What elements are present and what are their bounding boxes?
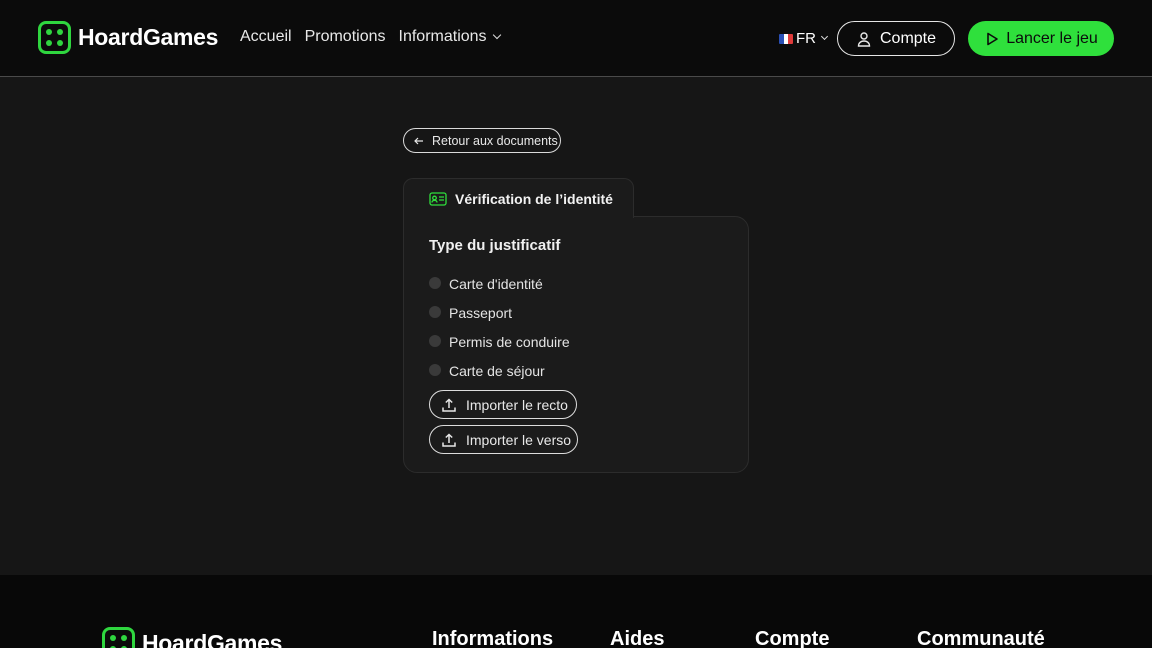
tab-label: Vérification de l’identité [455,190,613,207]
tab-identity-verification[interactable]: Vérification de l’identité [403,178,634,218]
back-to-documents-button[interactable]: Retour aux documents [403,128,561,153]
id-card-icon [429,191,447,206]
nav-item-promotions[interactable]: Promotions [305,28,386,46]
option-passport[interactable]: Passeport [429,298,570,327]
upload-icon [442,397,456,412]
footer-heading-aides: Aides [610,628,665,648]
brand-logo[interactable]: HoardGames [38,21,218,54]
site-footer: HoardGames Informations Aides Compte Com… [0,575,1152,648]
arrow-left-icon [414,137,423,144]
language-selector[interactable]: FR [779,30,829,47]
option-residence-permit[interactable]: Carte de séjour [429,356,570,385]
france-flag-icon [779,33,793,44]
footer-brand-logo[interactable]: HoardGames [102,627,282,648]
upload-back-label: Importer le verso [466,431,572,448]
play-button-label: Lancer le jeu [1006,29,1098,47]
footer-brand-name: HoardGames [142,630,283,648]
radio-button[interactable] [429,276,441,289]
footer-heading-informations: Informations [432,628,554,648]
option-driving-licence[interactable]: Permis de conduire [429,327,570,356]
account-button[interactable]: Compte [837,21,955,56]
footer-heading-compte: Compte [755,628,830,648]
footer-heading-communaute: Communauté [917,628,1045,648]
doc-type-options: Carte d'identité Passeport Permis de con… [429,269,570,385]
play-icon [987,32,998,45]
radio-button[interactable] [429,334,441,347]
site-header: HoardGames Accueil Promotions Informatio… [0,0,1152,77]
user-icon [857,31,871,47]
language-code: FR [796,30,816,47]
option-identity-card[interactable]: Carte d'identité [429,269,570,298]
upload-back-button[interactable]: Importer le verso [429,425,578,454]
radio-button[interactable] [429,363,441,376]
option-label: Passeport [449,304,513,321]
chevron-down-icon [492,30,501,40]
brand-name: HoardGames [78,24,219,50]
upload-icon [442,432,456,447]
nav-item-accueil[interactable]: Accueil [240,28,292,46]
back-button-label: Retour aux documents [432,133,558,148]
upload-front-label: Importer le recto [466,396,568,413]
play-button[interactable]: Lancer le jeu [968,21,1114,56]
option-label: Permis de conduire [449,333,570,350]
radio-button[interactable] [429,305,441,318]
upload-front-button[interactable]: Importer le recto [429,390,577,419]
option-label: Carte d'identité [449,275,543,292]
chevron-down-icon [820,32,829,41]
nav-item-informations[interactable]: Informations [398,28,501,46]
nav-item-informations-label: Informations [398,28,487,45]
main-nav: Accueil Promotions Informations [240,28,501,46]
doc-type-title: Type du justificatif [429,237,561,254]
option-label: Carte de séjour [449,362,545,379]
account-button-label: Compte [879,29,937,47]
dice-logo-icon [102,627,135,648]
verification-card: Type du justificatif Carte d'identité Pa… [403,216,749,473]
dice-logo-icon [38,21,71,54]
